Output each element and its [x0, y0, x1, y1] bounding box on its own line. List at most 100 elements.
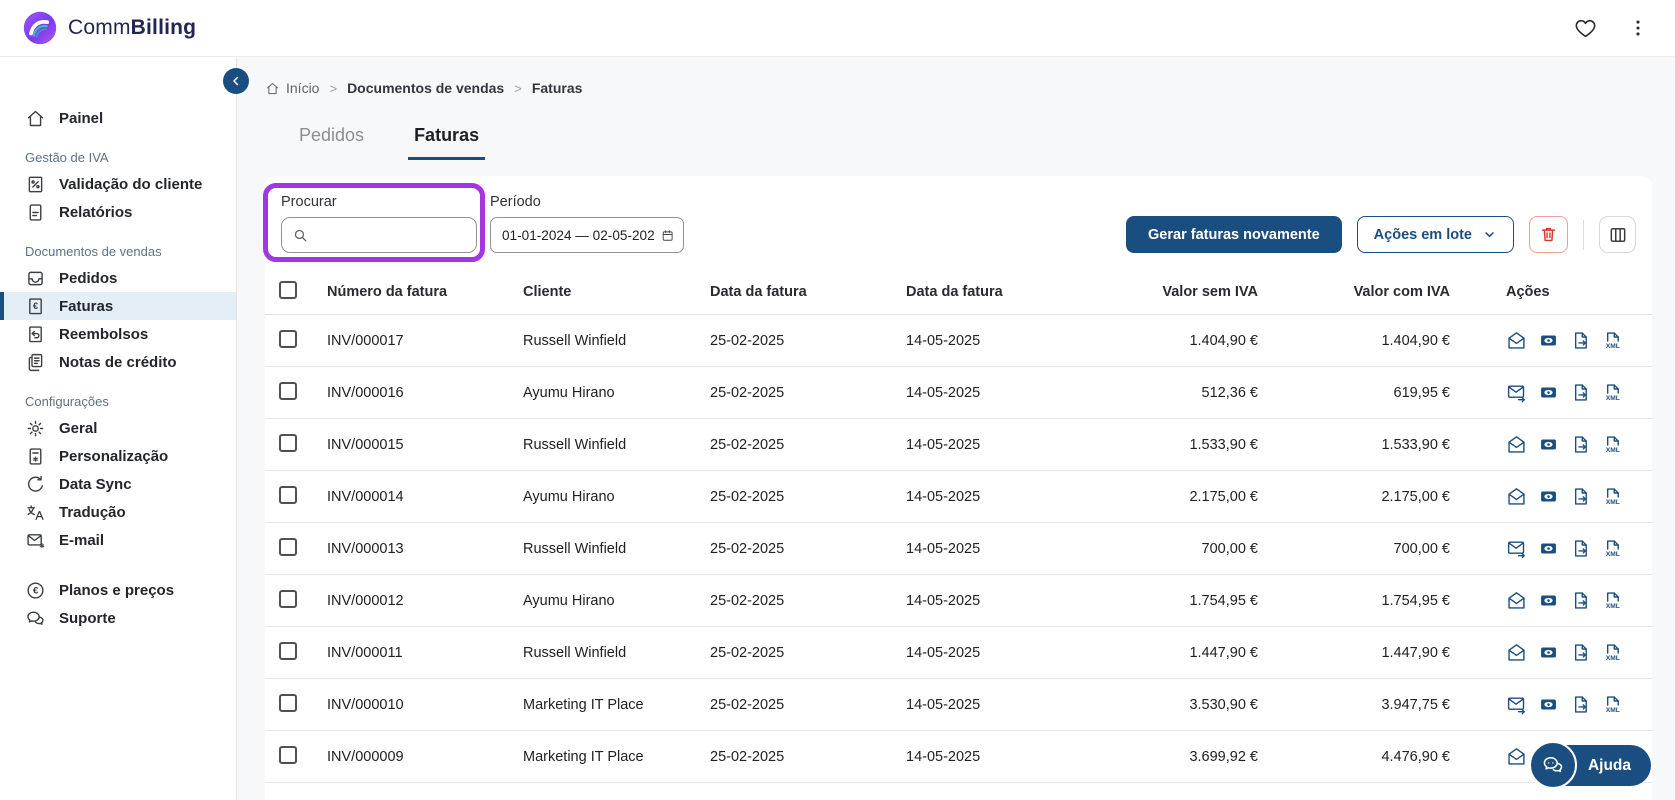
view-action-button[interactable]: [1538, 642, 1559, 663]
xml-action-button[interactable]: XML: [1602, 330, 1623, 351]
breadcrumb-separator: >: [514, 80, 522, 96]
email-action-button[interactable]: [1506, 538, 1527, 559]
row-checkbox[interactable]: [279, 589, 297, 608]
select-all-checkbox[interactable]: [279, 280, 297, 299]
row-checkbox[interactable]: [279, 641, 297, 660]
xml-action-button[interactable]: XML: [1602, 590, 1623, 611]
breadcrumb-home[interactable]: Início: [265, 80, 319, 96]
sidebar-item-personalizacao[interactable]: Personalização: [0, 442, 236, 470]
export-action-button[interactable]: [1570, 382, 1591, 403]
row-actions: XML: [1466, 486, 1638, 507]
cell-net-value: 3.699,92 €: [1189, 748, 1258, 765]
breadcrumb-section[interactable]: Documentos de vendas: [347, 80, 504, 96]
view-action-button[interactable]: [1538, 330, 1559, 351]
xml-action-button[interactable]: XML: [1602, 382, 1623, 403]
table-header: Número da fatura Cliente Data da fatura …: [265, 269, 1652, 315]
row-checkbox[interactable]: [279, 381, 297, 400]
help-button[interactable]: Ajuda: [1528, 741, 1651, 789]
mail-send-icon: [1507, 697, 1525, 715]
sidebar-item-planos-e-precos[interactable]: € Planos e preços: [0, 576, 236, 604]
email-action-button[interactable]: [1506, 486, 1527, 507]
export-action-button[interactable]: [1570, 486, 1591, 507]
export-action-button[interactable]: [1570, 434, 1591, 455]
cell-invoice-date: 25-02-2025: [710, 488, 785, 505]
sidebar-item-traducao[interactable]: Tradução: [0, 498, 236, 526]
export-action-button[interactable]: [1570, 330, 1591, 351]
export-action-button[interactable]: [1570, 694, 1591, 715]
period-range-field[interactable]: 01-01-2024 — 02-05-202: [490, 217, 684, 253]
sidebar-item-e-mail[interactable]: E-mail: [0, 526, 236, 554]
sidebar-item-relatorios[interactable]: Relatórios: [0, 198, 236, 226]
sidebar-collapse-button[interactable]: [223, 68, 249, 94]
svg-text:XML: XML: [1606, 603, 1620, 610]
row-checkbox[interactable]: [279, 433, 297, 452]
search-group: Procurar: [281, 194, 477, 253]
header-gross: Valor com IVA: [1353, 283, 1450, 300]
sidebar-item-data-sync[interactable]: Data Sync: [0, 470, 236, 498]
sidebar-item-notas-de-credito[interactable]: Notas de crédito: [0, 348, 236, 376]
tabs: Pedidos Faturas: [293, 125, 1652, 160]
row-checkbox[interactable]: [279, 745, 297, 764]
email-action-button[interactable]: [1506, 746, 1527, 767]
email-action-button[interactable]: [1506, 330, 1527, 351]
kebab-menu-icon[interactable]: [1627, 17, 1649, 39]
tab-faturas[interactable]: Faturas: [408, 125, 486, 160]
view-action-button[interactable]: [1538, 590, 1559, 611]
row-checkbox[interactable]: [279, 485, 297, 504]
view-action-button[interactable]: [1538, 694, 1559, 715]
period-value: 01-01-2024 — 02-05-202: [502, 227, 655, 243]
view-action-button[interactable]: [1538, 538, 1559, 559]
sidebar-item-label: Planos e preços: [59, 581, 175, 599]
sidebar: Painel Gestão de IVA Validação do cliente R…: [0, 57, 249, 800]
cell-invoice-number: INV/000012: [327, 592, 404, 609]
row-checkbox[interactable]: [279, 693, 297, 712]
sidebar-item-suporte[interactable]: Suporte: [0, 604, 236, 632]
xml-action-button[interactable]: XML: [1602, 642, 1623, 663]
breadcrumb-current: Faturas: [531, 80, 583, 96]
export-action-button[interactable]: [1570, 642, 1591, 663]
view-action-button[interactable]: [1538, 486, 1559, 507]
export-action-button[interactable]: [1570, 538, 1591, 559]
sidebar-item-reembolsos[interactable]: Reembolsos: [0, 320, 236, 348]
search-field[interactable]: [281, 217, 477, 253]
invoice-icon: €: [25, 296, 46, 317]
favorites-heart-icon[interactable]: [1574, 17, 1597, 40]
sidebar-item-validacao-do-cliente[interactable]: Validação do cliente: [0, 170, 236, 198]
sidebar-item-pedidos[interactable]: Pedidos: [0, 264, 236, 292]
row-checkbox[interactable]: [279, 537, 297, 556]
period-label: Período: [490, 194, 541, 210]
xml-action-button[interactable]: XML: [1602, 486, 1623, 507]
xml-action-button[interactable]: XML: [1602, 538, 1623, 559]
export-action-button[interactable]: [1570, 590, 1591, 611]
xml-action-button[interactable]: XML: [1602, 434, 1623, 455]
view-icon: [1541, 647, 1556, 658]
sidebar-item-faturas[interactable]: € Faturas: [0, 292, 236, 320]
batch-actions-button[interactable]: Ações em lote: [1356, 216, 1514, 253]
delete-button[interactable]: [1529, 216, 1568, 253]
cell-net-value: 1.754,95 €: [1189, 592, 1258, 609]
header-number: Número da fatura: [327, 283, 448, 300]
cell-due-date: 14-05-2025: [906, 644, 981, 661]
email-action-button[interactable]: [1506, 694, 1527, 715]
tab-pedidos[interactable]: Pedidos: [293, 125, 370, 160]
export-icon: [1574, 332, 1587, 349]
column-settings-button[interactable]: [1599, 216, 1636, 253]
xml-icon: XML: [1606, 644, 1620, 662]
xml-action-button[interactable]: XML: [1602, 694, 1623, 715]
view-action-button[interactable]: [1538, 382, 1559, 403]
row-checkbox[interactable]: [279, 329, 297, 348]
regenerate-invoices-button[interactable]: Gerar faturas novamente: [1126, 216, 1342, 253]
cell-net-value: 1.447,90 €: [1189, 644, 1258, 661]
sidebar-item-painel[interactable]: Painel: [0, 104, 236, 132]
receipt-percent-icon: [25, 174, 46, 195]
svg-text:XML: XML: [1606, 447, 1620, 454]
email-action-button[interactable]: [1506, 382, 1527, 403]
search-input[interactable]: [316, 227, 466, 243]
email-action-button[interactable]: [1506, 590, 1527, 611]
cell-invoice-number: INV/000017: [327, 332, 404, 349]
view-action-button[interactable]: [1538, 434, 1559, 455]
email-action-button[interactable]: [1506, 642, 1527, 663]
cell-invoice-date: 25-02-2025: [710, 592, 785, 609]
sidebar-item-geral[interactable]: Geral: [0, 414, 236, 442]
email-action-button[interactable]: [1506, 434, 1527, 455]
